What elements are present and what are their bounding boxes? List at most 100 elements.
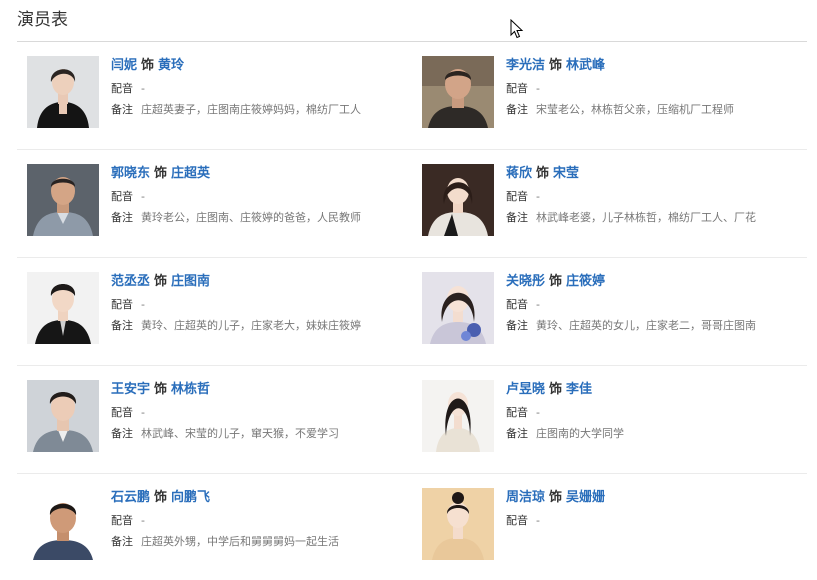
actor-link[interactable]: 王安宇 — [111, 382, 150, 397]
dub-line: 配音 - — [111, 513, 411, 529]
actor-photo[interactable] — [422, 380, 494, 452]
cast-item: 周洁琼饰吴姗姗 配音 - — [422, 488, 817, 566]
note-value: 林武峰、宋莹的儿子，窜天猴，不爱学习 — [141, 427, 339, 440]
dub-label: 配音 — [111, 298, 133, 311]
actor-link[interactable]: 范丞丞 — [111, 274, 150, 289]
cast-row: 范丞丞饰庄图南 配音 - 备注 黄玲、庄超英的儿子，庄家老大，妹妹庄筱婷 关晓彤… — [17, 258, 807, 366]
dub-value: - — [141, 514, 145, 527]
note-line: 备注 宋莹老公，林栋哲父亲，压缩机厂工程师 — [506, 102, 806, 118]
dub-value: - — [536, 406, 540, 419]
role-link[interactable]: 李佳 — [566, 382, 592, 397]
dub-line: 配音 - — [111, 189, 411, 205]
dub-label: 配音 — [506, 82, 528, 95]
dub-value: - — [141, 298, 145, 311]
actor-photo[interactable] — [422, 272, 494, 344]
dub-label: 配音 — [111, 514, 133, 527]
actor-link[interactable]: 蒋欣 — [506, 166, 532, 181]
note-line: 备注 林武峰老婆，儿子林栋哲，棉纺厂工人、厂花 — [506, 210, 806, 226]
dub-line: 配音 - — [506, 81, 806, 97]
role-link[interactable]: 吴姗姗 — [566, 490, 605, 505]
actor-photo[interactable] — [27, 56, 99, 128]
actor-link[interactable]: 石云鹏 — [111, 490, 150, 505]
note-value: 庄超英妻子，庄图南庄筱婷妈妈，棉纺厂工人 — [141, 103, 361, 116]
dub-value: - — [141, 190, 145, 203]
dub-value: - — [536, 514, 540, 527]
actor-link[interactable]: 卢昱晓 — [506, 382, 545, 397]
note-line: 备注 庄图南的大学同学 — [506, 426, 806, 442]
as-label: 饰 — [549, 382, 563, 397]
cast-page: 演员表 闫妮饰黄玲 配音 - 备注 庄超英妻子，庄图南庄筱婷妈妈，棉纺厂工人 李… — [0, 0, 817, 580]
note-line: 备注 黄玲、庄超英的女儿，庄家老二，哥哥庄图南 — [506, 318, 806, 334]
role-link[interactable]: 向鹏飞 — [171, 490, 210, 505]
note-value: 庄超英外甥，中学后和舅舅舅妈一起生活 — [141, 535, 339, 548]
dub-value: - — [141, 82, 145, 95]
dub-label: 配音 — [111, 406, 133, 419]
actor-photo[interactable] — [27, 272, 99, 344]
actor-link[interactable]: 郭晓东 — [111, 166, 150, 181]
note-label: 备注 — [506, 427, 528, 440]
note-line: 备注 黄玲、庄超英的儿子，庄家老大，妹妹庄筱婷 — [111, 318, 411, 334]
cast-row: 郭晓东饰庄超英 配音 - 备注 黄玲老公，庄图南、庄筱婷的爸爸，人民教师 蒋欣 … — [17, 150, 807, 258]
actor-photo[interactable] — [27, 164, 99, 236]
actor-link[interactable]: 关晓彤 — [506, 274, 545, 289]
note-label: 备注 — [111, 319, 133, 332]
note-line: 备注 黄玲老公，庄图南、庄筱婷的爸爸，人民教师 — [111, 210, 411, 226]
cast-item: 王安宇饰林栋哲 配音 - 备注 林武峰、宋莹的儿子，窜天猴，不爱学习 — [27, 380, 422, 458]
note-label: 备注 — [506, 103, 528, 116]
as-label: 饰 — [536, 166, 550, 181]
as-label: 饰 — [549, 58, 563, 73]
dub-line: 配音 - — [111, 297, 411, 313]
cast-item: 卢昱晓饰李佳 配音 - 备注 庄图南的大学同学 — [422, 380, 817, 458]
role-link[interactable]: 黄玲 — [158, 58, 184, 73]
note-value: 黄玲、庄超英的女儿，庄家老二，哥哥庄图南 — [536, 319, 756, 332]
note-line: 备注 庄超英妻子，庄图南庄筱婷妈妈，棉纺厂工人 — [111, 102, 411, 118]
note-label: 备注 — [111, 211, 133, 224]
actor-photo[interactable] — [422, 56, 494, 128]
dub-label: 配音 — [506, 190, 528, 203]
dub-line: 配音 - — [111, 405, 411, 421]
cast-row: 王安宇饰林栋哲 配音 - 备注 林武峰、宋莹的儿子，窜天猴，不爱学习 卢昱晓 饰… — [17, 366, 807, 474]
note-value: 林武峰老婆，儿子林栋哲，棉纺厂工人、厂花 — [536, 211, 756, 224]
actor-photo[interactable] — [27, 488, 99, 560]
page-title: 演员表 — [17, 10, 68, 30]
note-line: 备注 庄超英外甥，中学后和舅舅舅妈一起生活 — [111, 534, 411, 550]
role-link[interactable]: 林武峰 — [566, 58, 605, 73]
as-label: 饰 — [549, 490, 563, 505]
as-label: 饰 — [549, 274, 563, 289]
dub-label: 配音 — [111, 190, 133, 203]
actor-photo[interactable] — [422, 164, 494, 236]
actor-photo[interactable] — [422, 488, 494, 560]
as-label: 饰 — [154, 274, 168, 289]
role-link[interactable]: 庄图南 — [171, 274, 210, 289]
dub-line: 配音 - — [506, 189, 806, 205]
dub-value: - — [536, 298, 540, 311]
cast-item: 郭晓东饰庄超英 配音 - 备注 黄玲老公，庄图南、庄筱婷的爸爸，人民教师 — [27, 164, 422, 242]
note-value: 宋莹老公，林栋哲父亲，压缩机厂工程师 — [536, 103, 734, 116]
dub-label: 配音 — [111, 82, 133, 95]
cast-row: 石云鹏饰向鹏飞 配音 - 备注 庄超英外甥，中学后和舅舅舅妈一起生活 周洁琼 饰… — [17, 474, 807, 580]
note-value: 庄图南的大学同学 — [536, 427, 624, 440]
cast-row: 闫妮饰黄玲 配音 - 备注 庄超英妻子，庄图南庄筱婷妈妈，棉纺厂工人 李光洁 饰… — [17, 42, 807, 150]
cast-item: 范丞丞饰庄图南 配音 - 备注 黄玲、庄超英的儿子，庄家老大，妹妹庄筱婷 — [27, 272, 422, 350]
cast-item: 蒋欣饰宋莹 配音 - 备注 林武峰老婆，儿子林栋哲，棉纺厂工人、厂花 — [422, 164, 817, 242]
cast-item: 闫妮饰黄玲 配音 - 备注 庄超英妻子，庄图南庄筱婷妈妈，棉纺厂工人 — [27, 56, 422, 134]
note-label: 备注 — [506, 211, 528, 224]
actor-link[interactable]: 李光洁 — [506, 58, 545, 73]
note-value: 黄玲老公，庄图南、庄筱婷的爸爸，人民教师 — [141, 211, 361, 224]
note-label: 备注 — [111, 103, 133, 116]
role-link[interactable]: 庄超英 — [171, 166, 210, 181]
note-label: 备注 — [506, 319, 528, 332]
note-label: 备注 — [111, 427, 133, 440]
role-link[interactable]: 林栋哲 — [171, 382, 210, 397]
actor-link[interactable]: 闫妮 — [111, 58, 137, 73]
dub-line: 配音 - — [506, 405, 806, 421]
cast-grid: 闫妮饰黄玲 配音 - 备注 庄超英妻子，庄图南庄筱婷妈妈，棉纺厂工人 李光洁 饰… — [17, 42, 807, 580]
actor-photo[interactable] — [27, 380, 99, 452]
as-label: 饰 — [154, 166, 168, 181]
role-link[interactable]: 庄筱婷 — [566, 274, 605, 289]
dub-value: - — [536, 190, 540, 203]
actor-link[interactable]: 周洁琼 — [506, 490, 545, 505]
cast-item: 石云鹏饰向鹏飞 配音 - 备注 庄超英外甥，中学后和舅舅舅妈一起生活 — [27, 488, 422, 566]
dub-label: 配音 — [506, 298, 528, 311]
role-link[interactable]: 宋莹 — [553, 166, 579, 181]
